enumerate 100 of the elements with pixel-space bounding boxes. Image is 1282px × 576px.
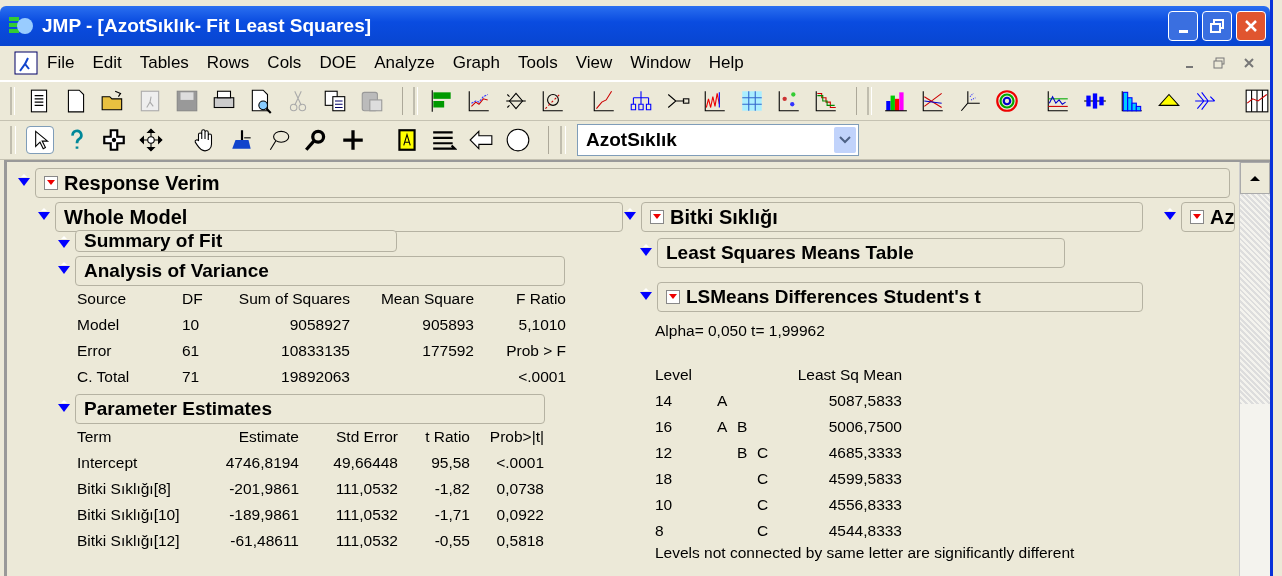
table-cell-text: 12 (655, 443, 674, 463)
table-cell-text: B (737, 443, 749, 463)
column-header: Prob>|t| (488, 427, 544, 447)
outline-header[interactable]: Whole Model (55, 202, 623, 232)
menu-item[interactable]: Rows (197, 53, 259, 73)
table-cell-text: 905893 (421, 315, 474, 335)
table-cell-text: 177592 (421, 341, 474, 361)
menu-item[interactable]: Analyze (365, 53, 444, 73)
table-cell-text: 10833135 (280, 341, 350, 361)
outline-header[interactable]: Response Verim (35, 168, 1230, 198)
menu-item[interactable]: Graph (443, 53, 509, 73)
table-cell-text: 71 (182, 367, 201, 387)
table-cell-text: A (717, 417, 729, 437)
table-cell-text: 4599,5833 (827, 469, 902, 489)
table-cell-text: 19892063 (280, 367, 350, 387)
table-cell-text: <.0001 (495, 453, 544, 473)
table-cell-text: 8 (655, 521, 665, 541)
column-header: Source (77, 289, 128, 309)
menu-item[interactable]: View (566, 53, 622, 73)
outline-title: Parameter Estimates (84, 398, 272, 420)
table-cell-text: Bitki Sıklığı[12] (77, 531, 181, 551)
table-cell-text: 18 (655, 469, 674, 489)
table-cell-text: -0,55 (433, 531, 470, 551)
outline-title: Summary of Fit (84, 231, 223, 251)
outline-title: Least Squares Means Table (666, 242, 914, 264)
table-cell-text: 61 (182, 341, 201, 361)
outline-header[interactable]: Bitki Sıklığı (641, 202, 1143, 232)
table-cell-text: -189,9861 (228, 505, 299, 525)
outline-header[interactable]: Least Squares Means Table (657, 238, 1065, 268)
outline-header[interactable]: LSMeans Differences Student's t (657, 282, 1143, 312)
menu-item[interactable]: Tables (130, 53, 198, 73)
table-cell-text: 4746,8194 (224, 453, 299, 473)
outline-title: Bitki Sıklığı (670, 205, 778, 229)
table-cell-text: B (737, 417, 749, 437)
column-header: Std Error (335, 427, 398, 447)
table-cell-text: C (757, 521, 770, 541)
table-cell-text: 16 (655, 417, 674, 437)
menu-item[interactable]: Window (621, 53, 700, 73)
alpha-text: Alpha= 0,050 t= 1,99962 (654, 321, 826, 341)
table-cell-text: C (757, 469, 770, 489)
column-header: F Ratio (515, 289, 566, 309)
menu-item[interactable]: Help (699, 53, 753, 73)
outline-title: Response Verim (64, 171, 220, 195)
table-dropdown[interactable]: AzotSıklık (577, 124, 859, 156)
table-cell-text: 111,0532 (334, 505, 398, 525)
column-header: Least Sq Mean (796, 365, 902, 385)
table-cell-text: -1,82 (433, 479, 470, 499)
table-cell-text: Error (77, 341, 113, 361)
column-header: DF (182, 289, 204, 309)
table-cell-text: 4685,3333 (827, 443, 902, 463)
table-cell-text: 10 (655, 495, 674, 515)
table-cell-text: Bitki Sıklığı[8] (77, 479, 172, 499)
table-cell-text: 14 (655, 391, 674, 411)
table-cell-text: Intercept (77, 453, 139, 473)
column-header: Estimate (237, 427, 299, 447)
table-cell-text: 9058927 (288, 315, 350, 335)
table-cell-text: 95,58 (430, 453, 470, 473)
table-cell-text: A (717, 391, 729, 411)
table-cell-text: 0,0738 (495, 479, 544, 499)
column-header: t Ratio (424, 427, 470, 447)
table-cell-text: Bitki Sıklığı[10] (77, 505, 181, 525)
note-text: Levels not connected by same letter are significantly different (654, 544, 1076, 562)
outline-header[interactable]: Analysis of Variance (75, 256, 565, 286)
outline-title: Analysis of Variance (84, 260, 269, 282)
window-title: JMP - [AzotSıklık- Fit Least Squares] (42, 15, 373, 37)
table-cell-text: 0,0922 (495, 505, 544, 525)
menu-item[interactable]: Tools (508, 53, 567, 73)
outline-title: LSMeans Differences Student's t (686, 286, 981, 308)
table-cell-text: 111,0532 (334, 531, 398, 551)
table-cell-text: 5,1010 (517, 315, 566, 335)
column-header: Mean Square (379, 289, 474, 309)
menu-item[interactable]: Edit (83, 53, 131, 73)
column-header: Term (77, 427, 113, 447)
menu-item[interactable]: File (38, 53, 84, 73)
table-cell-text: 10 (182, 315, 201, 335)
column-header: Sum of Squares (237, 289, 350, 309)
menu-item[interactable]: DOE (310, 53, 366, 73)
outline-header[interactable]: Summary of Fit (75, 230, 397, 252)
outline-header[interactable]: Parameter Estimates (75, 394, 545, 424)
table-cell-text: 4544,8333 (827, 521, 902, 541)
outline-title: Az (1210, 205, 1235, 229)
table-cell-text: -61,48611 (229, 531, 299, 551)
table-cell-text: 111,0532 (334, 479, 398, 499)
outline-title: Whole Model (64, 205, 188, 229)
menu-item[interactable]: Cols (258, 53, 311, 73)
table-cell-text: Model (77, 315, 121, 335)
table-cell-text: 5087,5833 (827, 391, 902, 411)
table-cell-text: -1,71 (433, 505, 470, 525)
table-cell-text: <.0001 (517, 367, 566, 387)
table-cell-text: C (757, 443, 770, 463)
table-cell-text: 0,5818 (495, 531, 544, 551)
table-cell-text: 4556,8333 (827, 495, 902, 515)
column-header: Level (655, 365, 694, 385)
table-cell-text: 5006,7500 (827, 417, 902, 437)
table-cell-text: 49,66448 (332, 453, 398, 473)
table-cell-text: C (757, 495, 770, 515)
table-cell-text: Prob > F (505, 341, 566, 361)
table-cell-text: C. Total (77, 367, 131, 387)
table-cell-text: -201,9861 (228, 479, 299, 499)
outline-header[interactable]: Az (1181, 202, 1236, 232)
